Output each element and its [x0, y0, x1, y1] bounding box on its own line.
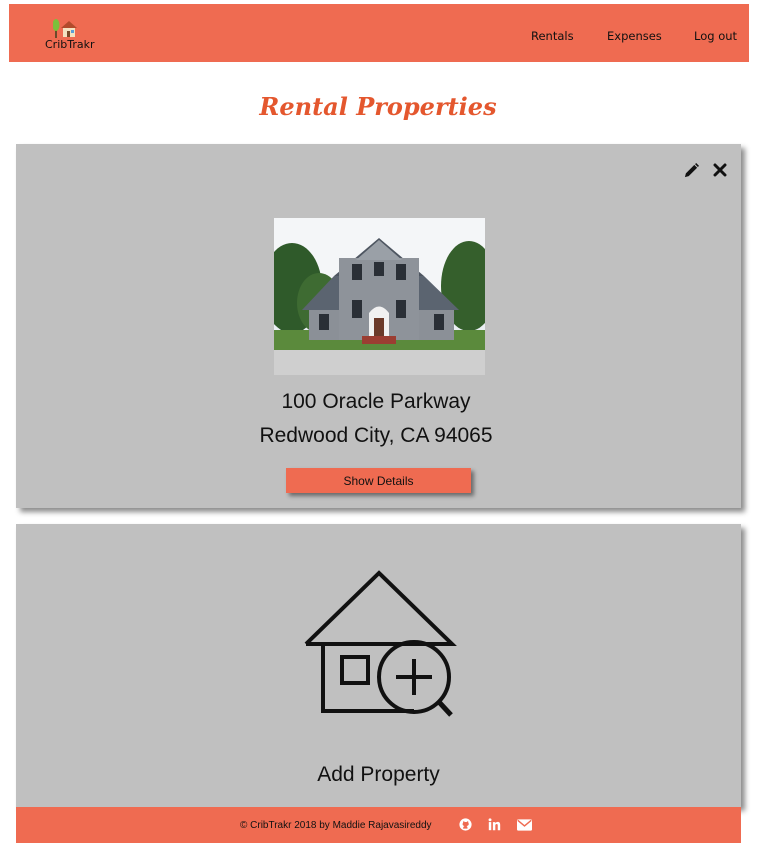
show-details-button[interactable]: Show Details	[286, 468, 471, 493]
property-card: 100 Oracle Parkway Redwood City, CA 9406…	[16, 144, 741, 508]
github-icon[interactable]	[459, 818, 472, 831]
address-street: 100 Oracle Parkway	[281, 390, 471, 413]
address-city: Redwood City, CA 94065	[259, 424, 493, 447]
nav-rentals[interactable]: Rentals	[531, 29, 574, 43]
footer: © CribTrakr 2018 by Maddie Rajavasireddy	[16, 807, 741, 843]
brand-name[interactable]: CribTrakr	[45, 38, 95, 51]
page-title: Rental Properties	[259, 92, 497, 121]
navbar: CribTrakr Rentals Expenses Log out	[9, 4, 749, 62]
add-property-card[interactable]: Add Property	[16, 524, 741, 807]
pencil-icon[interactable]	[684, 163, 699, 178]
nav-expenses[interactable]: Expenses	[607, 29, 662, 43]
close-icon[interactable]	[713, 163, 727, 177]
house-with-tree-icon[interactable]	[53, 17, 83, 39]
add-property-label[interactable]: Add Property	[16, 763, 741, 787]
nav-logout[interactable]: Log out	[694, 29, 737, 43]
house-add-icon[interactable]	[299, 569, 459, 719]
envelope-icon[interactable]	[517, 819, 532, 831]
house-photo	[274, 218, 485, 375]
footer-copyright: © CribTrakr 2018 by Maddie Rajavasireddy	[240, 820, 432, 831]
linkedin-icon[interactable]	[488, 818, 501, 831]
